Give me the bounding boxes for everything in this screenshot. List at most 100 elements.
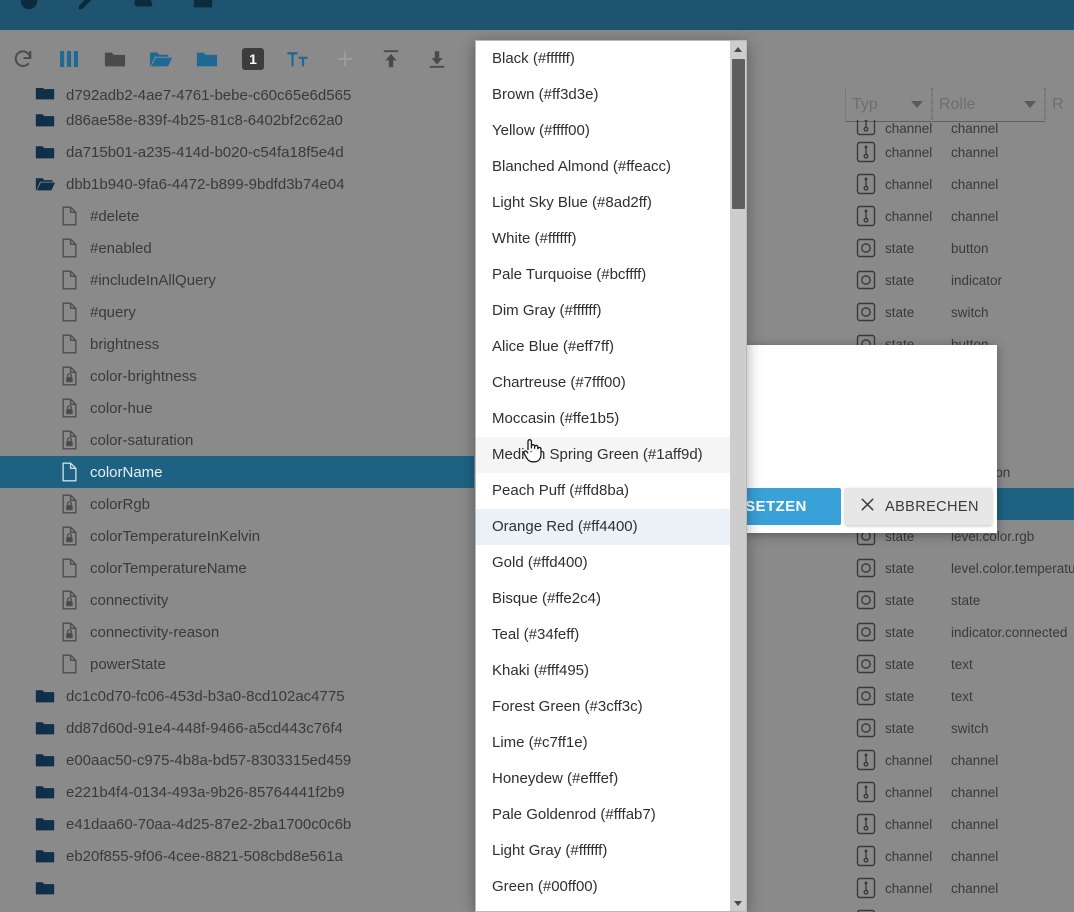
folder-nav-icon[interactable] — [174, 0, 232, 12]
tree-item[interactable]: #delete — [0, 200, 474, 232]
object-tree[interactable]: d792adb2-4ae7-4761-bebe-c60c65e6d565d86a… — [0, 88, 474, 912]
color-option[interactable]: Pale Turquoise (#bcffff) — [476, 257, 730, 293]
tree-item-label: e00aac50-c975-4b8a-bd57-8303315ed459 — [66, 752, 351, 769]
tree-item[interactable]: e00aac50-c975-4b8a-bd57-8303315ed459 — [0, 744, 474, 776]
upload-icon[interactable] — [368, 36, 414, 82]
tree-item[interactable]: colorTemperatureInKelvin — [0, 520, 474, 552]
table-row[interactable]: stateswitch — [845, 712, 1074, 744]
table-row[interactable]: channelchannel — [845, 840, 1074, 872]
table-row[interactable]: channelchannel — [845, 904, 1074, 912]
columns-icon[interactable] — [46, 36, 92, 82]
folder-open-icon[interactable] — [138, 36, 184, 82]
color-option[interactable]: Light Gray (#ffffff) — [476, 833, 730, 869]
tree-item[interactable]: connectivity-reason — [0, 616, 474, 648]
color-option[interactable]: Moccasin (#ffe1b5) — [476, 401, 730, 437]
color-option[interactable]: Forest Green (#3cff3c) — [476, 689, 730, 725]
table-row[interactable]: statelevel.color.temperatu... — [845, 552, 1074, 584]
color-option[interactable]: Honeydew (#efffef) — [476, 761, 730, 797]
scroll-up-icon[interactable] — [730, 41, 746, 57]
tree-item[interactable]: #includeInAllQuery — [0, 264, 474, 296]
color-option[interactable]: Pale Goldenrod (#fffab7) — [476, 797, 730, 833]
folder-closed-icon[interactable] — [92, 36, 138, 82]
dropdown-scrollbar[interactable] — [730, 41, 746, 911]
expand-level-badge[interactable]: 1 — [230, 36, 276, 82]
column-typ[interactable]: Typ — [845, 88, 932, 122]
table-row[interactable]: stateindicator — [845, 264, 1074, 296]
color-option[interactable]: Light Sky Blue (#8ad2ff) — [476, 185, 730, 221]
cell-rolle: channel — [951, 817, 1074, 832]
color-option[interactable]: Alice Blue (#eff7ff) — [476, 329, 730, 365]
tree-item[interactable]: da715b01-a235-414d-b020-c54fa18f5e4d — [0, 136, 474, 168]
menu-icon[interactable] — [0, 0, 58, 12]
tree-item[interactable]: brightness — [0, 328, 474, 360]
tree-item[interactable]: dd87d60d-91e4-448f-9466-a5cd443c76f4 — [0, 712, 474, 744]
color-option[interactable]: Bisque (#ffe2c4) — [476, 581, 730, 617]
table-row[interactable]: statetext — [845, 648, 1074, 680]
set-value-button[interactable]: T SETZEN — [745, 488, 841, 525]
color-option[interactable]: Chartreuse (#7fff00) — [476, 365, 730, 401]
tree-item[interactable]: color-saturation — [0, 424, 474, 456]
column-raum[interactable]: R — [1045, 88, 1074, 122]
tree-item[interactable]: eb20f855-9f06-4cee-8821-508cbd8e561a — [0, 840, 474, 872]
chevron-down-icon[interactable] — [1024, 101, 1036, 108]
cloud-icon[interactable] — [116, 0, 174, 12]
table-row[interactable]: channelchannel — [845, 168, 1074, 200]
table-row[interactable]: channelchannel — [845, 808, 1074, 840]
table-row[interactable]: channelchannel — [845, 120, 1074, 136]
tree-item[interactable]: color-brightness — [0, 360, 474, 392]
add-icon[interactable] — [322, 36, 368, 82]
color-option-list[interactable]: Black (#ffffff)Brown (#ff3d3e)Yellow (#f… — [476, 41, 730, 911]
tree-item[interactable]: e221b4f4-0134-493a-9b26-85764441f2b9 — [0, 776, 474, 808]
color-option[interactable]: Medium Spring Green (#1aff9d) — [476, 437, 730, 473]
table-row[interactable]: channelchannel — [845, 200, 1074, 232]
table-row[interactable]: statetext — [845, 680, 1074, 712]
table-row[interactable]: statebutton — [845, 232, 1074, 264]
tree-item[interactable]: color-hue — [0, 392, 474, 424]
refresh-icon[interactable] — [0, 36, 46, 82]
color-option[interactable]: Yellow (#ffff00) — [476, 113, 730, 149]
color-option[interactable]: Peach Puff (#ffd8ba) — [476, 473, 730, 509]
text-size-icon[interactable] — [276, 36, 322, 82]
tree-item[interactable]: connectivity — [0, 584, 474, 616]
color-option[interactable]: Orange Red (#ff4400) — [476, 509, 730, 545]
scrollbar-thumb[interactable] — [732, 59, 745, 209]
table-row[interactable]: stateswitch — [845, 296, 1074, 328]
tree-item[interactable]: powerState — [0, 648, 474, 680]
tree-item[interactable]: colorTemperatureName — [0, 552, 474, 584]
tree-item[interactable]: dc1c0d70-fc06-453d-b3a0-8cd102ac4775 — [0, 680, 474, 712]
cancel-button[interactable]: ABBRECHEN — [845, 488, 992, 525]
color-option[interactable]: Brown (#ff3d3e) — [476, 77, 730, 113]
table-row[interactable]: stateindicator.connected — [845, 616, 1074, 648]
color-option[interactable]: Khaki (#fff495) — [476, 653, 730, 689]
app-bar — [0, 0, 1074, 30]
tree-item[interactable]: d792adb2-4ae7-4761-bebe-c60c65e6d565 — [0, 88, 474, 104]
table-row[interactable]: channelchannel — [845, 744, 1074, 776]
color-option[interactable]: Gold (#ffd400) — [476, 545, 730, 581]
chevron-down-icon[interactable] — [911, 101, 923, 108]
color-option[interactable]: White (#ffffff) — [476, 221, 730, 257]
tree-item[interactable]: e41daa60-70aa-4d25-87e2-2ba1700c0c6b — [0, 808, 474, 840]
color-option[interactable]: Teal (#34feff) — [476, 617, 730, 653]
column-rolle[interactable]: Rolle — [932, 88, 1045, 122]
color-option[interactable]: Green (#00ff00) — [476, 869, 730, 905]
color-option[interactable]: Dim Gray (#ffffff) — [476, 293, 730, 329]
scroll-down-icon[interactable] — [730, 895, 746, 911]
table-row[interactable]: channelchannel — [845, 776, 1074, 808]
color-option[interactable]: Black (#ffffff) — [476, 41, 730, 77]
tree-item[interactable]: dbb1b940-9fa6-4472-b899-9bdfd3b74e04 — [0, 168, 474, 200]
tree-item[interactable] — [0, 872, 474, 904]
color-dropdown[interactable]: Black (#ffffff)Brown (#ff3d3e)Yellow (#f… — [475, 40, 747, 912]
tree-item[interactable]: colorRgb — [0, 488, 474, 520]
table-row[interactable]: channelchannel — [845, 136, 1074, 168]
tree-item[interactable]: #query — [0, 296, 474, 328]
table-row[interactable]: statestate — [845, 584, 1074, 616]
download-icon[interactable] — [414, 36, 460, 82]
tree-item[interactable]: d86ae58e-839f-4b25-81c8-6402bf2c62a0 — [0, 104, 474, 136]
tree-item-selected[interactable]: colorName — [0, 456, 474, 488]
color-option[interactable]: Lime (#c7ff1e) — [476, 725, 730, 761]
edit-pencil-icon[interactable] — [58, 0, 116, 12]
tree-item[interactable]: #enabled — [0, 232, 474, 264]
color-option[interactable]: Blanched Almond (#ffeacc) — [476, 149, 730, 185]
table-row[interactable]: channelchannel — [845, 872, 1074, 904]
folder-blue-icon[interactable] — [184, 36, 230, 82]
